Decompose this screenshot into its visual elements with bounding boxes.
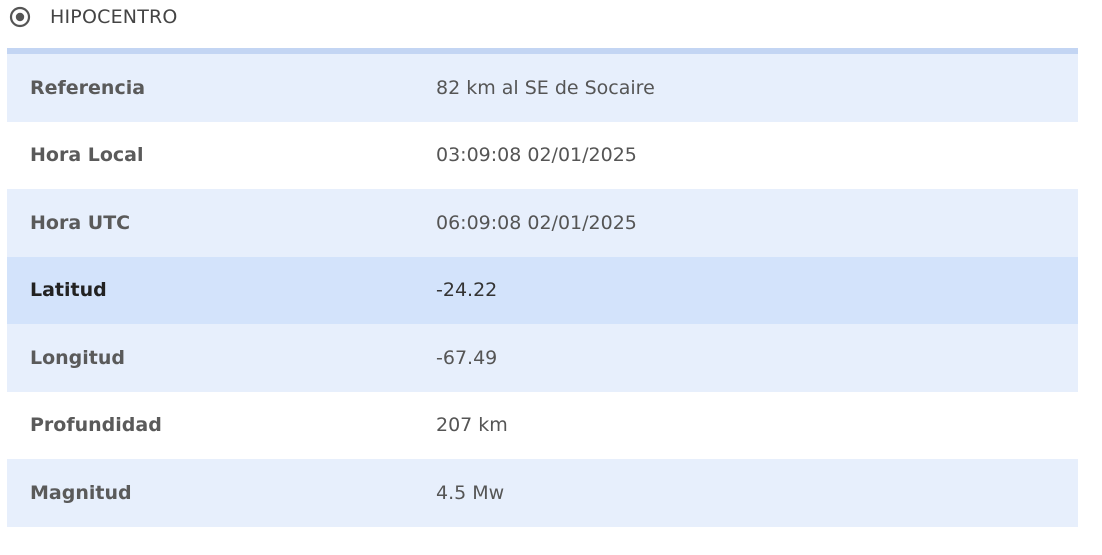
table-row-latitud: Latitud -24.22 — [7, 256, 1078, 324]
row-label: Magnitud — [30, 481, 132, 504]
table-row-profundidad: Profundidad 207 km — [7, 391, 1078, 459]
row-label: Profundidad — [30, 414, 162, 437]
section-header: HIPOCENTRO — [8, 4, 178, 30]
table-row-magnitud: Magnitud 4.5 Mw — [7, 459, 1078, 527]
table-row-hora-local: Hora Local 03:09:08 02/01/2025 — [7, 121, 1078, 189]
row-value: 06:09:08 02/01/2025 — [436, 211, 637, 234]
row-label: Referencia — [30, 76, 146, 99]
row-value: -24.22 — [436, 279, 498, 302]
table-row-hora-utc: Hora UTC 06:09:08 02/01/2025 — [7, 189, 1078, 257]
hypocenter-table: Referencia 82 km al SE de Socaire Hora L… — [7, 48, 1078, 527]
row-label: Longitud — [30, 346, 126, 369]
row-value: -67.49 — [436, 346, 498, 369]
table-row-longitud: Longitud -67.49 — [7, 324, 1078, 392]
row-value: 82 km al SE de Socaire — [436, 76, 655, 99]
row-label: Hora UTC — [30, 211, 131, 234]
row-label: Latitud — [30, 279, 107, 302]
section-title: HIPOCENTRO — [50, 6, 178, 28]
row-label: Hora Local — [30, 144, 144, 167]
row-value: 207 km — [436, 414, 508, 437]
radio-target-icon — [8, 5, 32, 29]
row-value: 03:09:08 02/01/2025 — [436, 144, 637, 167]
table-row-referencia: Referencia 82 km al SE de Socaire — [7, 54, 1078, 122]
row-value: 4.5 Mw — [436, 481, 505, 504]
